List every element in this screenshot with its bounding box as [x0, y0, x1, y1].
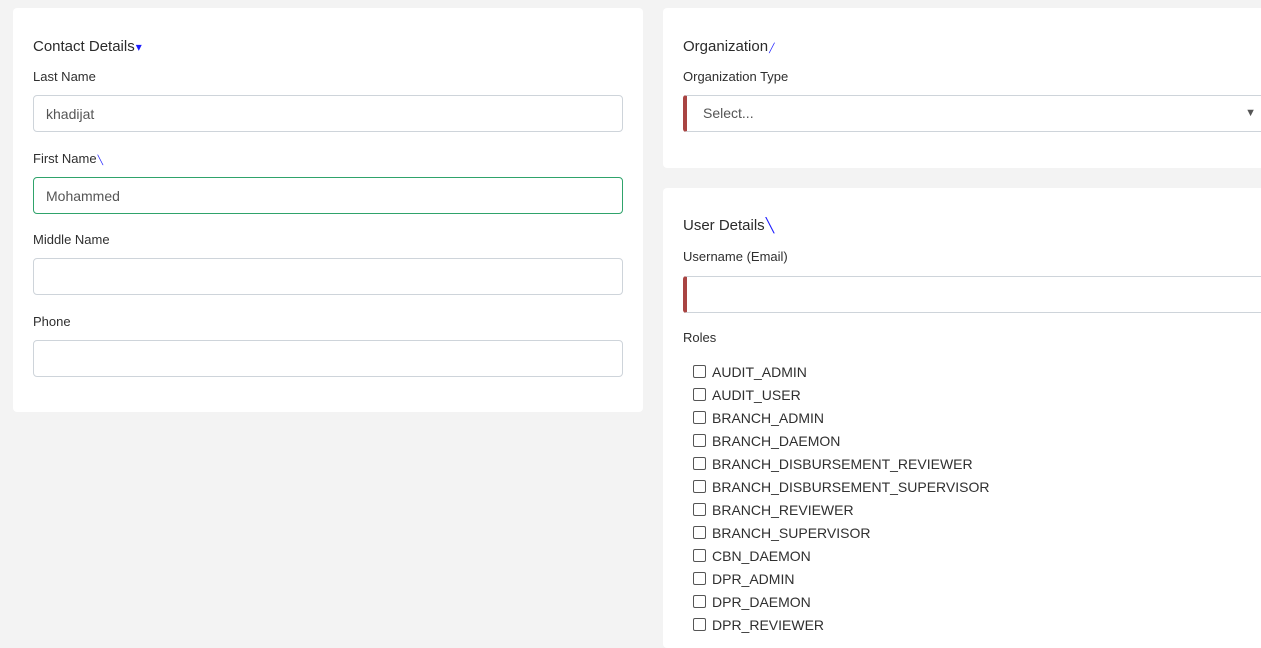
role-checkbox[interactable]	[693, 526, 706, 539]
role-item[interactable]: AUDIT_ADMIN	[693, 360, 989, 383]
role-checkbox[interactable]	[693, 572, 706, 585]
username-input[interactable]	[683, 276, 1261, 313]
organization-type-label: Organization Type	[683, 69, 789, 84]
role-label: AUDIT_ADMIN	[712, 363, 807, 380]
role-checkbox[interactable]	[693, 618, 706, 631]
roles-label: Roles	[683, 330, 717, 345]
role-item[interactable]: AUDIT_USER	[693, 383, 989, 406]
last-name-input[interactable]	[33, 95, 623, 132]
role-label: DPR_REVIEWER	[712, 616, 825, 633]
role-checkbox[interactable]	[693, 411, 706, 424]
role-label: DPR_ADMIN	[712, 570, 795, 587]
role-checkbox[interactable]	[693, 365, 706, 378]
role-item[interactable]: BRANCH_ADMIN	[693, 406, 989, 429]
organization-title-text: Organization	[683, 38, 769, 55]
organization-card: Organization╱ Organization Type Select..…	[663, 8, 1261, 168]
first-name-label: First Name╲	[33, 151, 103, 166]
annotation-mark: ╱	[769, 43, 775, 53]
organization-title: Organization╱	[683, 38, 774, 55]
middle-name-label: Middle Name	[33, 232, 110, 247]
user-details-title: User Details╲	[683, 217, 774, 234]
username-label: Username (Email)	[683, 249, 788, 264]
role-checkbox[interactable]	[693, 595, 706, 608]
role-label: BRANCH_ADMIN	[712, 409, 825, 426]
phone-label: Phone	[33, 314, 71, 329]
role-item[interactable]: BRANCH_DISBURSEMENT_REVIEWER	[693, 452, 989, 475]
role-label: BRANCH_SUPERVISOR	[712, 524, 871, 541]
user-details-card: User Details╲ Username (Email) Roles AUD…	[663, 188, 1261, 648]
organization-type-selected: Select...	[703, 105, 754, 121]
contact-details-title: Contact Details▾	[33, 38, 142, 55]
role-label: BRANCH_DISBURSEMENT_REVIEWER	[712, 455, 973, 472]
phone-input[interactable]	[33, 340, 623, 377]
role-label: BRANCH_DAEMON	[712, 432, 841, 449]
annotation-mark: ╲	[97, 155, 103, 165]
role-checkbox[interactable]	[693, 549, 706, 562]
contact-details-card: Contact Details▾ Last Name First Name╲ M…	[13, 8, 643, 412]
role-item[interactable]: DPR_REVIEWER	[693, 613, 989, 636]
role-item[interactable]: CBN_DAEMON	[693, 544, 989, 567]
role-checkbox[interactable]	[693, 480, 706, 493]
role-checkbox[interactable]	[693, 503, 706, 516]
contact-details-title-text: Contact Details	[33, 38, 135, 55]
role-label: AUDIT_USER	[712, 386, 801, 403]
role-label: CBN_DAEMON	[712, 547, 811, 564]
role-checkbox[interactable]	[693, 388, 706, 401]
annotation-mark: ▾	[135, 40, 142, 54]
role-label: BRANCH_REVIEWER	[712, 501, 854, 518]
first-name-label-text: First Name	[33, 151, 97, 166]
role-checkbox[interactable]	[693, 457, 706, 470]
role-item[interactable]: DPR_DAEMON	[693, 590, 989, 613]
role-item[interactable]: BRANCH_REVIEWER	[693, 498, 989, 521]
organization-type-select[interactable]: Select... ▼	[683, 95, 1261, 132]
chevron-down-icon: ▼	[1245, 107, 1256, 119]
role-item[interactable]: DPR_ADMIN	[693, 567, 989, 590]
middle-name-input[interactable]	[33, 258, 623, 295]
role-label: BRANCH_DISBURSEMENT_SUPERVISOR	[712, 478, 990, 495]
first-name-input[interactable]	[33, 177, 623, 214]
user-details-title-text: User Details	[683, 217, 765, 234]
annotation-mark: ╲	[765, 217, 775, 233]
role-item[interactable]: BRANCH_SUPERVISOR	[693, 521, 989, 544]
role-item[interactable]: BRANCH_DAEMON	[693, 429, 989, 452]
role-item[interactable]: BRANCH_DISBURSEMENT_SUPERVISOR	[693, 475, 989, 498]
role-label: DPR_DAEMON	[712, 593, 811, 610]
roles-list: AUDIT_ADMIN AUDIT_USER BRANCH_ADMIN BRANCH_…	[693, 360, 989, 636]
role-checkbox[interactable]	[693, 434, 706, 447]
last-name-label: Last Name	[33, 69, 96, 84]
